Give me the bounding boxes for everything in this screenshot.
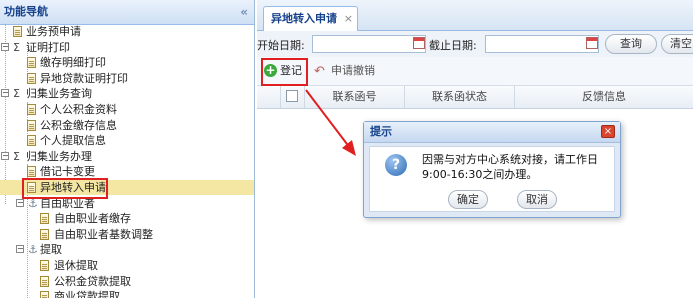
tree-group-collection-query[interactable]: − Σ 归集业务查询	[0, 86, 254, 102]
collapse-toggle-icon[interactable]: −	[1, 42, 9, 51]
document-icon	[40, 213, 49, 225]
collapse-toggle-icon[interactable]: −	[16, 198, 24, 207]
revoke-application-button[interactable]: ↶ 申请撤销	[314, 61, 384, 81]
sidebar-title: 功能导航	[4, 5, 48, 18]
dialog-title-bar: 提示 ×	[364, 122, 620, 143]
sigma-icon: Σ	[13, 149, 20, 163]
tree-item-personal-fund-info[interactable]: 个人公积金资料	[0, 102, 254, 118]
sigma-icon: Σ	[13, 40, 20, 54]
clear-button[interactable]: 清空	[661, 34, 693, 54]
tree-item-label: 业务预申请	[26, 25, 81, 38]
document-icon	[27, 72, 36, 84]
column-header-letter-no[interactable]: 联系函号	[305, 86, 405, 108]
end-date-input[interactable]	[485, 35, 599, 53]
tree-item-retirement-withdrawal[interactable]: 退休提取	[0, 258, 254, 274]
close-tab-icon[interactable]: ×	[344, 7, 353, 31]
collapse-toggle-icon[interactable]: −	[1, 151, 9, 160]
start-date-input[interactable]	[312, 35, 426, 53]
select-all-column	[281, 86, 305, 108]
nav-tree: 业务预申请 − Σ 证明打印 缴存明细打印 异地贷款证明打印 − Σ 归集业务查…	[0, 24, 254, 298]
toolbar: + 登记 ↶ 申请撤销	[257, 57, 693, 86]
document-icon	[13, 26, 22, 37]
sigma-icon: Σ	[13, 87, 20, 101]
end-date-label: 截止日期:	[429, 39, 477, 52]
anchor-icon: ⚓	[28, 243, 38, 257]
tree-group-label: 归集业务查询	[26, 87, 92, 101]
document-icon	[40, 228, 49, 240]
tree-item-business-preapply[interactable]: 业务预申请	[0, 24, 254, 40]
tree-item-label: 退休提取	[54, 258, 98, 272]
sidebar-header: 功能导航 «	[0, 0, 254, 25]
tree-item-label: 自由职业者基数调整	[54, 227, 153, 241]
tree-group-label: 证明打印	[26, 40, 70, 54]
document-icon	[27, 135, 36, 147]
select-all-checkbox[interactable]	[286, 90, 298, 102]
calendar-icon[interactable]	[586, 37, 598, 49]
tab-label: 异地转入申请	[271, 12, 337, 25]
dialog-title: 提示	[370, 125, 392, 138]
dialog-body: ? 因需与对方中心系统对接，请工作日9:00-16:30之间办理。 确定 取消	[369, 146, 615, 212]
tree-item-label: 异地贷款证明打印	[40, 71, 128, 85]
calendar-icon[interactable]	[413, 37, 425, 49]
tree-group-certificate-print[interactable]: − Σ 证明打印	[0, 40, 254, 56]
undo-icon: ↶	[314, 64, 325, 79]
query-button[interactable]: 查询	[605, 34, 657, 54]
tree-item-label: 缴存明细打印	[40, 56, 106, 70]
start-date-label: 开始日期:	[257, 39, 305, 52]
tree-item-fund-loan-withdrawal[interactable]: 公积金贷款提取	[0, 274, 254, 290]
tree-item-label: 个人公积金资料	[40, 102, 117, 116]
sidebar-nav: 功能导航 « 业务预申请 − Σ 证明打印 缴存明细打印 异地贷款证明打印 − …	[0, 0, 255, 298]
cancel-button[interactable]: 取消	[517, 190, 557, 209]
document-icon	[27, 119, 36, 131]
tree-item-commercial-loan-withdrawal[interactable]: 商业贷款提取	[0, 289, 254, 298]
prompt-dialog: 提示 × ? 因需与对方中心系统对接，请工作日9:00-16:30之间办理。 确…	[363, 121, 621, 218]
revoke-label: 申请撤销	[331, 64, 375, 77]
tree-item-fund-deposit-info[interactable]: 公积金缴存信息	[0, 118, 254, 134]
tab-remote-transfer-in[interactable]: 异地转入申请 ×	[263, 6, 358, 31]
tree-item-label: 个人提取信息	[40, 134, 106, 148]
document-icon	[27, 166, 36, 178]
filter-bar: 开始日期: 截止日期: 查询 清空	[257, 31, 693, 57]
tree-item-label: 公积金贷款提取	[54, 274, 131, 288]
close-icon[interactable]: ×	[601, 125, 615, 138]
tree-group-label: 提取	[40, 243, 62, 257]
tree-item-deposit-detail-print[interactable]: 缴存明细打印	[0, 55, 254, 71]
tree-item-personal-withdrawal-info[interactable]: 个人提取信息	[0, 133, 254, 149]
question-icon: ?	[385, 154, 407, 176]
tree-group-label: 归集业务办理	[26, 149, 92, 163]
column-header-feedback[interactable]: 反馈信息	[515, 86, 693, 108]
tree-subgroup-withdrawal[interactable]: − ⚓ 提取	[0, 242, 254, 258]
collapse-toggle-icon[interactable]: −	[1, 89, 9, 98]
document-icon	[27, 57, 36, 69]
row-number-column	[257, 86, 281, 108]
tree-item-freelancer-base-adjust[interactable]: 自由职业者基数调整	[0, 227, 254, 243]
collapse-icon[interactable]: «	[240, 0, 248, 24]
tab-bar: 异地转入申请 ×	[257, 0, 693, 31]
document-icon	[40, 275, 49, 287]
document-icon	[40, 259, 49, 271]
tree-item-label: 公积金缴存信息	[40, 118, 117, 132]
highlight-box-tree-item	[22, 178, 108, 199]
tree-item-freelancer-deposit[interactable]: 自由职业者缴存	[0, 211, 254, 227]
document-icon	[27, 103, 36, 115]
confirm-button[interactable]: 确定	[448, 190, 488, 209]
document-icon	[40, 291, 49, 298]
dialog-message: 因需与对方中心系统对接，请工作日9:00-16:30之间办理。	[422, 153, 598, 181]
tree-group-collection-handling[interactable]: − Σ 归集业务办理	[0, 149, 254, 165]
tree-item-remote-loan-certificate[interactable]: 异地贷款证明打印	[0, 71, 254, 87]
grid-header: 联系函号 联系函状态 反馈信息	[257, 86, 693, 109]
arrow-head	[342, 140, 356, 156]
collapse-toggle-icon[interactable]: −	[16, 245, 24, 254]
highlight-box-register	[261, 58, 308, 86]
tree-item-label: 商业贷款提取	[54, 290, 120, 298]
tree-item-label: 自由职业者缴存	[54, 212, 131, 226]
column-header-letter-status[interactable]: 联系函状态	[405, 86, 515, 108]
